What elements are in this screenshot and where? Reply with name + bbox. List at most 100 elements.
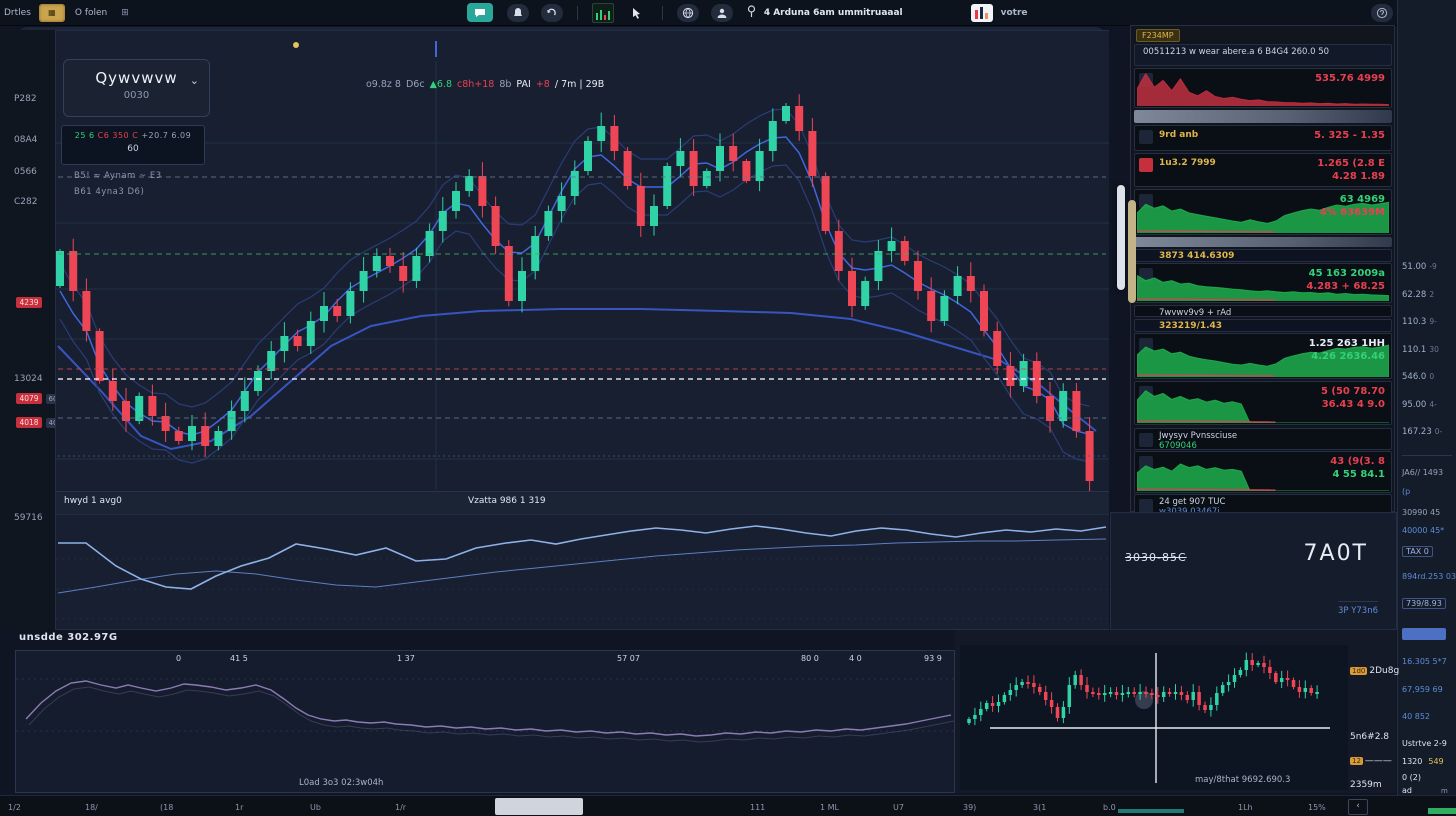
chart-thumbnail-icon[interactable]	[592, 3, 614, 23]
chart-vertical-scrollbar[interactable]	[1117, 185, 1125, 290]
detail-link[interactable]: 16.305 5*7	[1402, 657, 1454, 666]
quick-action-button[interactable]	[1402, 628, 1446, 640]
detail-link[interactable]: 0 (2)	[1402, 773, 1454, 782]
detail-link[interactable]: 67,959 69	[1402, 685, 1454, 694]
detail-link[interactable]: Ustrtve 2-9	[1402, 739, 1454, 748]
chevron-down-icon[interactable]: ⌄	[190, 74, 199, 87]
layout-grid-icon[interactable]: ⊞	[121, 8, 129, 18]
chat-button[interactable]	[467, 3, 493, 22]
detail-link[interactable]: 739/8.93	[1402, 599, 1454, 608]
price-alert-badge[interactable]: 4239	[16, 297, 42, 308]
row-values: 43 (9(3. 84 55 84.1	[1330, 455, 1385, 481]
detail-link[interactable]: 30990 45	[1402, 508, 1454, 517]
watchlist-row[interactable]: 7wvwv9v9 + rAd	[1134, 305, 1392, 317]
help-button[interactable]	[1371, 4, 1393, 22]
price-ladder-row[interactable]: 95.004-	[1402, 400, 1454, 410]
symbol-selector[interactable]: Qywvwvw 0030 ⌄	[63, 59, 210, 117]
summary-ticker: 7A0T	[1304, 541, 1368, 566]
profile-button[interactable]	[711, 4, 733, 22]
legend-span: 8b	[499, 79, 511, 90]
indicator-panel-title: unsdde 302.97G	[19, 632, 118, 643]
detail-link[interactable]: (p	[1402, 487, 1454, 496]
quote-mini-card[interactable]: 25 6 C6 350 C +20.7 6.09 60	[61, 125, 205, 165]
row-value: 6709046	[1159, 441, 1197, 450]
time-axis-tick: Ub	[310, 803, 321, 812]
badge-tag: 12	[1350, 757, 1363, 765]
axis-price-label: C282	[14, 197, 37, 207]
scroll-back-button[interactable]: ‹	[1348, 799, 1368, 815]
indicator-row-1[interactable]: B5! ≈ Aynam ~ E3	[74, 171, 162, 181]
row-values: 5 (50 78.7036.43 4 9.0	[1321, 385, 1385, 411]
quote-detail-column: 51.00-9 62.282 110.39- 110.130 546.00 95.004-…	[1397, 0, 1456, 795]
mini-chart-badge[interactable]: 1d02Du8g	[1350, 666, 1399, 676]
workspace-logo[interactable]: ▦	[39, 4, 65, 22]
mini-chart-badge[interactable]: 2359m	[1350, 780, 1382, 790]
axis-mini-label: m	[1441, 787, 1448, 795]
notifications-button[interactable]	[507, 4, 529, 22]
detail-link[interactable]: TAX 0	[1402, 547, 1454, 556]
price-ladder-row[interactable]: 51.00-9	[1402, 262, 1454, 272]
detail-link[interactable]: JA6// 1493	[1402, 468, 1454, 477]
watchlist-row[interactable]: 24 get 907 TUCw3039 03467i	[1134, 494, 1392, 514]
indicator-axis-tick: 0	[176, 654, 181, 663]
watchlist-row[interactable]: 535.76 4999	[1134, 68, 1392, 108]
row-values: 5. 325 - 1.35	[1314, 129, 1385, 142]
axis-price-label: P282	[14, 94, 37, 104]
price-ladder-row[interactable]: 62.282	[1402, 290, 1454, 300]
account-label: O folen	[75, 8, 107, 18]
price-ladder-row[interactable]: 110.39-	[1402, 317, 1454, 327]
indicator-row-2[interactable]: B61 4yna3 D6)	[74, 187, 144, 197]
mini-chart-canvas[interactable]	[960, 645, 1348, 790]
watchlist-row[interactable]: Jwysyv Pvnssciuse6709046	[1134, 428, 1392, 450]
row-values: 63 49694% 63639M	[1320, 193, 1385, 219]
axis-price-label: 13024	[14, 374, 43, 384]
watchlist-row[interactable]: 9rd anb5. 325 - 1.35	[1134, 125, 1392, 151]
price-ladder-row[interactable]: 167.230-	[1402, 427, 1454, 437]
price-alert-badge[interactable]: 4079	[16, 393, 42, 404]
watchlist-row[interactable]	[1134, 237, 1392, 247]
watchlist-row[interactable]: 1.25 263 1HH4.26 2636.46	[1134, 333, 1392, 379]
row-label: 7wvwv9v9 + rAd	[1159, 308, 1231, 317]
price-ladder-row[interactable]: 546.00	[1402, 372, 1454, 382]
legend-span: PAI	[516, 79, 530, 90]
watchlist-row[interactable]: 1u3.2 79991.265 (2.8 E4.28 1.89	[1134, 153, 1392, 187]
detail-link[interactable]: 1320549	[1402, 757, 1454, 766]
mini-chart-badge[interactable]: 5n6#2.8	[1350, 732, 1389, 742]
watchlist-row[interactable]: 323219/1.43	[1134, 319, 1392, 332]
globe-button[interactable]	[677, 4, 699, 22]
cursor-tool-button[interactable]	[626, 4, 648, 22]
user-label: votre	[1001, 8, 1028, 18]
mini-chart-badge[interactable]: 12———	[1350, 756, 1392, 766]
price-ladder-row[interactable]: 110.130	[1402, 345, 1454, 355]
time-axis-tick: 39)	[963, 803, 976, 812]
sidebar-vertical-scrollbar[interactable]	[1128, 200, 1136, 303]
watchlist-row[interactable]	[1134, 110, 1392, 123]
top-toolbar: Drtles ▦ O folen ⊞ 4 Arduna 6am ummitrua…	[0, 0, 1456, 26]
subchart-left-label[interactable]: hwyd 1 avg0	[64, 496, 122, 506]
watchlist-row[interactable]: 3873 414.6309	[1134, 249, 1392, 262]
main-chart-canvas[interactable]	[56, 31, 1109, 629]
pin-icon[interactable]	[747, 5, 756, 21]
horizontal-scrollbar-thumb[interactable]	[495, 798, 583, 815]
watchlist-row[interactable]: 5 (50 78.7036.43 4 9.0	[1134, 381, 1392, 425]
watchlist-row[interactable]: 63 49694% 63639M	[1134, 189, 1392, 235]
detail-link[interactable]: 40 852	[1402, 712, 1454, 721]
detail-link[interactable]: 894rd.253 03	[1402, 572, 1454, 581]
price-alert-badge[interactable]: 4018	[16, 417, 42, 428]
legend-span: +8	[536, 79, 550, 90]
price-axis-left[interactable]: P28208A40566C282130245971642394079604018…	[0, 30, 55, 628]
undo-button[interactable]	[541, 4, 563, 22]
indicator-axis-tick: 4 0	[849, 654, 862, 663]
indicator-plot[interactable]: L0ad 3o3 02:3w04h 041 51 3757 0780 04 09…	[15, 650, 955, 793]
watchlist-header-text: 00511213 w wear abere.a 6 B4G4 260.0 50	[1143, 47, 1329, 57]
indicator-axis-tick: 41 5	[230, 654, 248, 663]
summary-link[interactable]: 3P Y73n6	[1338, 601, 1378, 616]
axis-price-label: 08A4	[14, 135, 37, 145]
watchlist-row[interactable]: 43 (9(3. 84 55 84.1	[1134, 451, 1392, 493]
watchlist-tag[interactable]: F234MP	[1136, 29, 1180, 42]
detail-link[interactable]: 40000 45*	[1402, 526, 1454, 535]
subchart-center-label[interactable]: Vzatta 986 1 319	[468, 496, 546, 506]
main-chart-panel: o9.8z 8D6c▲6.8c8h+188bPAI+8/ 7m | 29B Qy…	[55, 30, 1109, 630]
watchlist-row[interactable]: 45 163 2009a4.283 + 68.25	[1134, 263, 1392, 303]
watchlist-row[interactable]: 00511213 w wear abere.a 6 B4G4 260.0 50	[1134, 44, 1392, 66]
